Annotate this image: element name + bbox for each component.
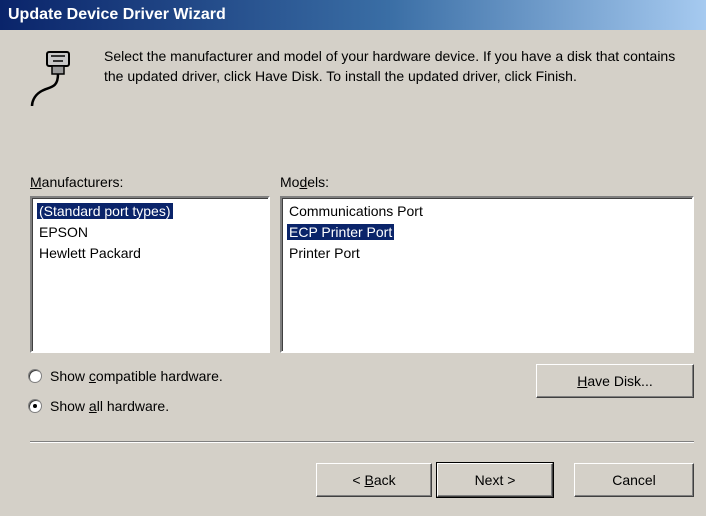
manufacturers-list[interactable]: (Standard port types) EPSON Hewlett Pack… [30,196,270,353]
port-connector-icon [26,46,86,110]
list-item[interactable]: Hewlett Packard [34,243,266,264]
models-label: Models: [280,174,330,190]
next-button[interactable]: Next > [436,462,554,498]
list-item[interactable]: ECP Printer Port [284,222,690,243]
instructions-text: Select the manufacturer and model of you… [104,48,676,84]
manufacturers-label: Manufacturers: [30,174,124,190]
back-button[interactable]: < Back [316,463,432,497]
have-disk-button[interactable]: Have Disk... [536,364,694,398]
radio-button[interactable] [28,369,42,383]
list-item[interactable]: Printer Port [284,243,690,264]
show-all-radio[interactable]: Show all hardware. [28,394,169,418]
list-item[interactable]: EPSON [34,222,266,243]
list-item[interactable]: (Standard port types) [34,201,266,222]
cancel-button[interactable]: Cancel [574,463,694,497]
list-item[interactable]: Communications Port [284,201,690,222]
radio-button[interactable] [28,399,42,413]
separator [30,441,694,443]
models-list[interactable]: Communications Port ECP Printer Port Pri… [280,196,694,353]
title-bar[interactable]: Update Device Driver Wizard [0,0,706,30]
window-title: Update Device Driver Wizard [8,6,226,23]
show-compatible-radio[interactable]: Show compatible hardware. [28,364,223,388]
